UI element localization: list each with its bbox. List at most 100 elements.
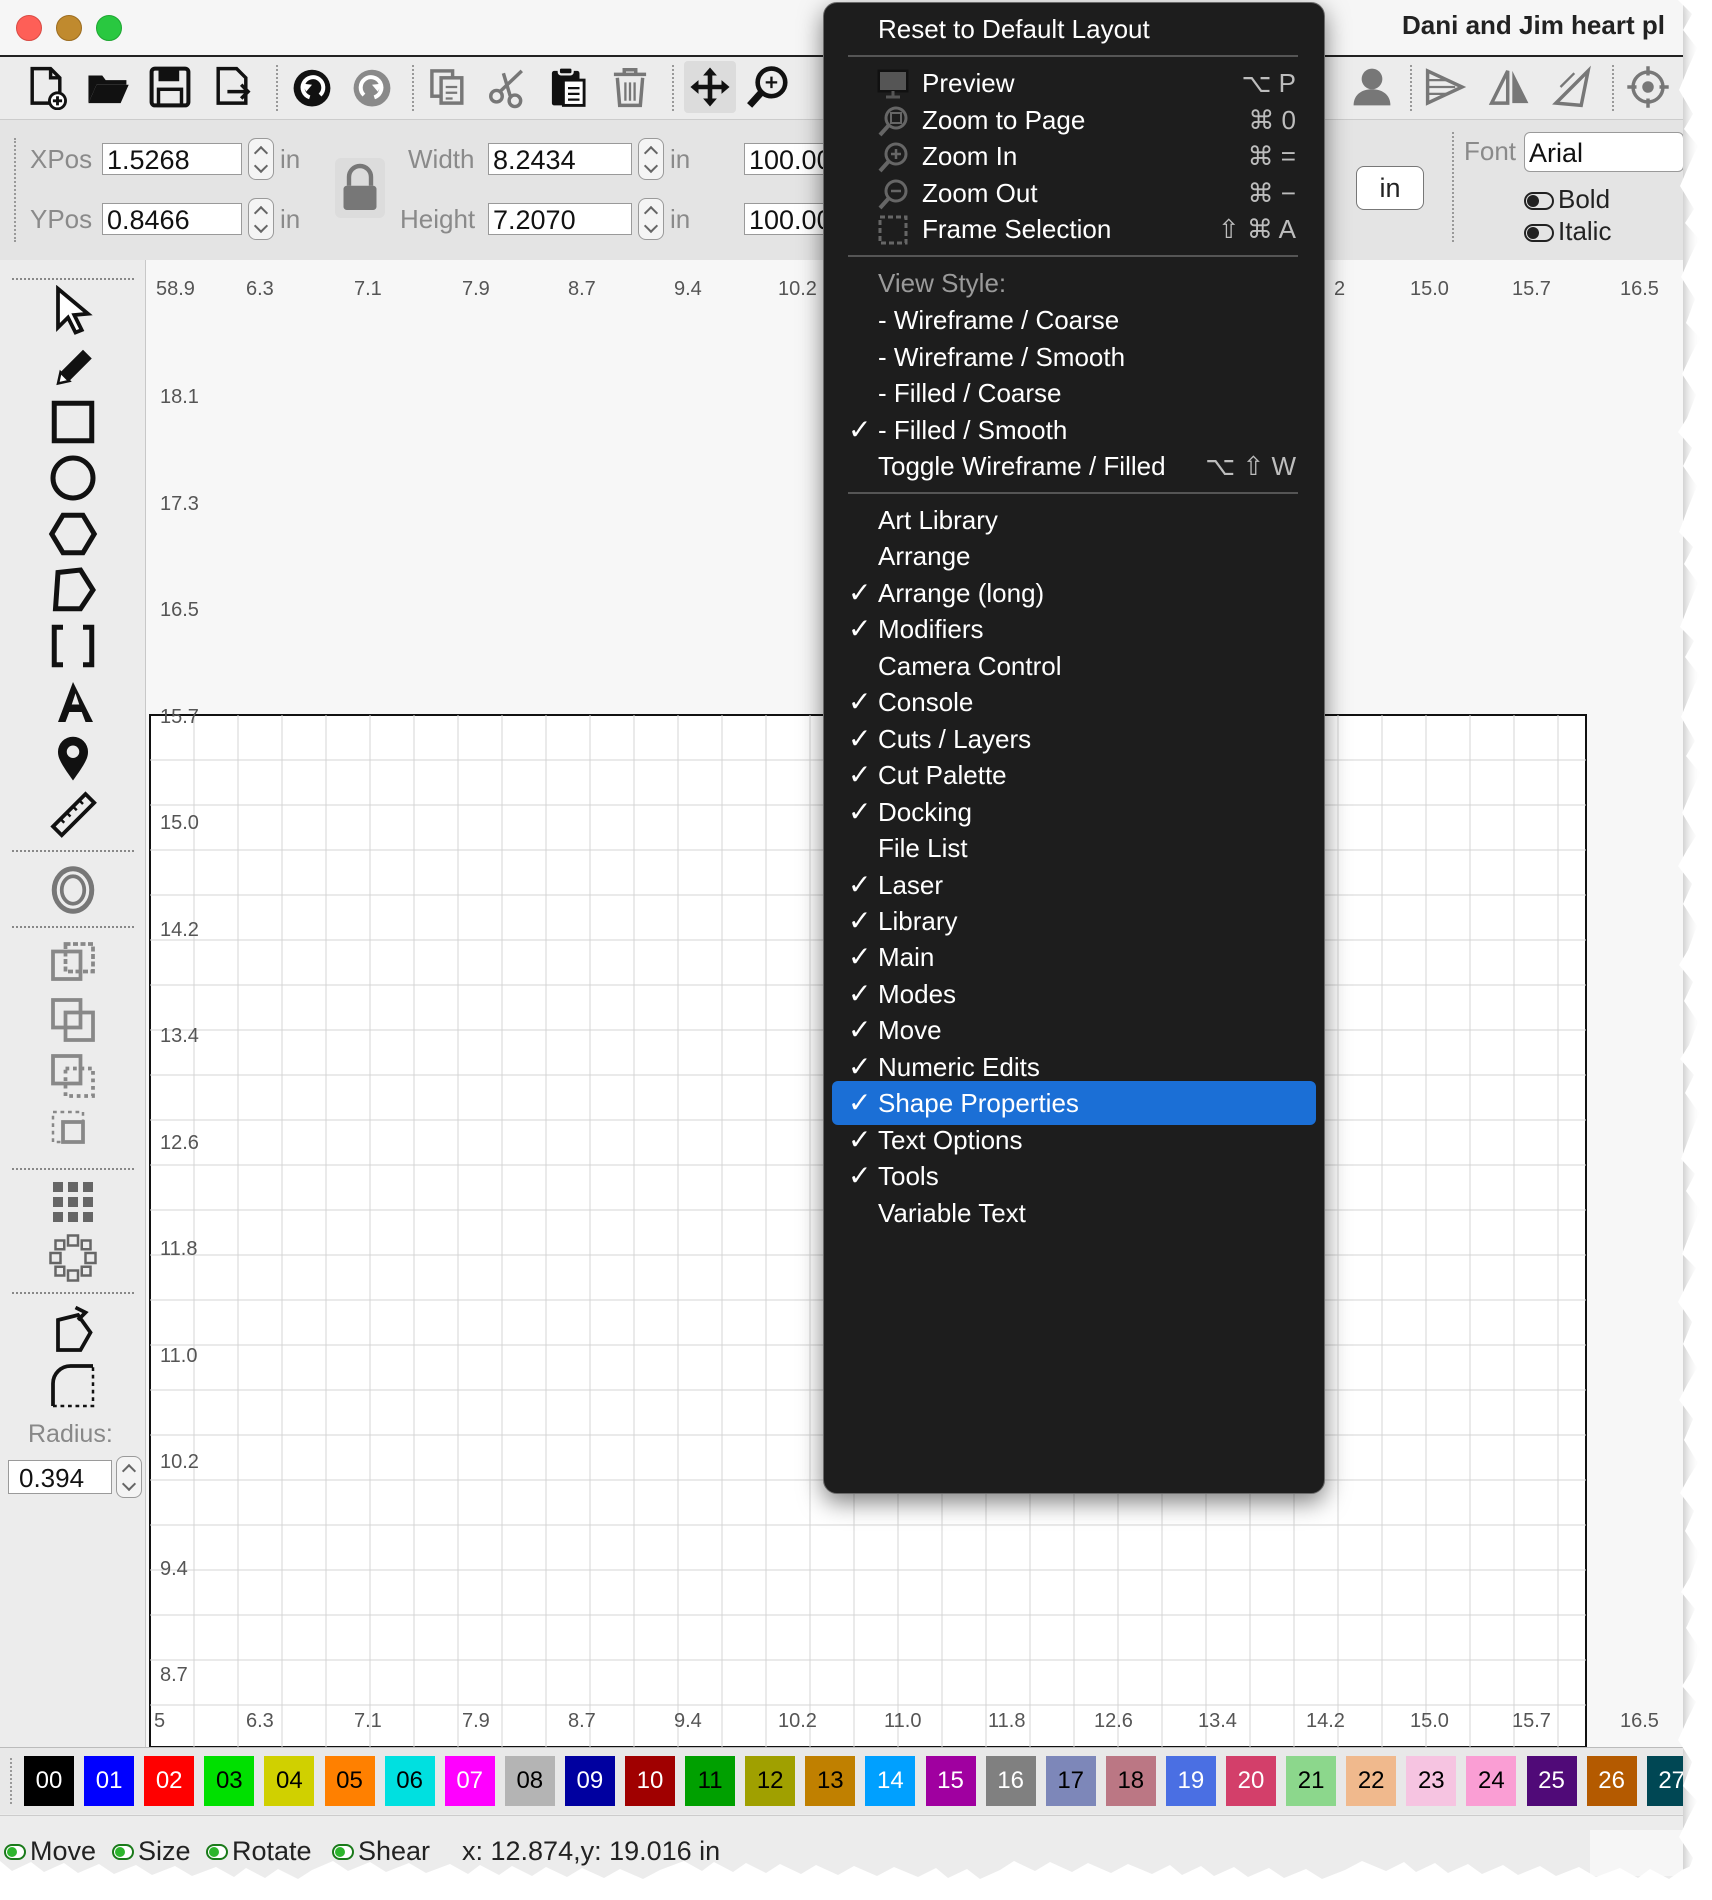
- ruler-bottom-label: 8.7: [568, 1710, 596, 1732]
- lock-aspect-button[interactable]: [335, 158, 385, 218]
- height-field[interactable]: 7.2070: [488, 203, 632, 235]
- menu-item-shortcut: ⇧ ⌘ A: [1217, 214, 1296, 244]
- palette-swatch-02[interactable]: 02: [144, 1756, 195, 1806]
- cut-icon[interactable]: [482, 61, 534, 113]
- palette-swatch-22[interactable]: 22: [1346, 1756, 1397, 1806]
- palette-swatch-01[interactable]: 01: [84, 1756, 135, 1806]
- rectangle-icon[interactable]: [40, 396, 106, 448]
- palette-swatch-04[interactable]: 04: [264, 1756, 315, 1806]
- palette-swatch-03[interactable]: 03: [204, 1756, 255, 1806]
- pencil-icon[interactable]: [40, 340, 106, 392]
- width-percent-field[interactable]: 100.00: [744, 143, 834, 175]
- palette-swatch-19[interactable]: 19: [1165, 1756, 1216, 1806]
- ruler-left-label: 13.4: [160, 1025, 199, 1047]
- save-icon[interactable]: [144, 61, 196, 113]
- palette-swatch-10[interactable]: 10: [625, 1756, 675, 1806]
- text-tool-icon[interactable]: [40, 676, 106, 728]
- menu-item-reset-layout[interactable]: Reset to Default Layout: [832, 7, 1316, 51]
- palette-swatch-09[interactable]: 09: [564, 1756, 615, 1806]
- paste-icon[interactable]: [542, 61, 594, 113]
- bold-toggle[interactable]: [1524, 192, 1554, 210]
- palette-swatch-13[interactable]: 13: [805, 1756, 856, 1806]
- copy-icon[interactable]: [422, 61, 474, 113]
- xpos-stepper[interactable]: [248, 138, 274, 180]
- palette-swatch-12[interactable]: 12: [745, 1756, 796, 1806]
- mirror-icon[interactable]: [1484, 61, 1536, 113]
- palette-swatch-25[interactable]: 25: [1526, 1756, 1577, 1806]
- xpos-field[interactable]: 1.5268: [102, 143, 242, 175]
- star-polygon-icon[interactable]: [40, 564, 106, 616]
- position-pin-icon[interactable]: [40, 732, 106, 784]
- bold-label: Bold: [1558, 184, 1611, 214]
- corner-radius-icon[interactable]: [40, 1360, 106, 1412]
- menu-item-label: Reset to Default Layout: [878, 14, 1150, 44]
- palette-swatch-15[interactable]: 15: [925, 1756, 976, 1806]
- ruler-left-label: 8.7: [160, 1664, 188, 1686]
- mirror-horizontal-icon[interactable]: [1420, 61, 1472, 113]
- palette-swatch-16[interactable]: 16: [985, 1756, 1036, 1806]
- polygon-icon[interactable]: [40, 508, 106, 560]
- select-arrow-icon[interactable]: [40, 284, 106, 336]
- bracket-rect-icon[interactable]: [40, 620, 106, 672]
- palette-swatch-08[interactable]: 08: [504, 1756, 555, 1806]
- grid-array-icon[interactable]: [40, 1176, 106, 1228]
- ypos-unit: in: [280, 204, 301, 234]
- palette-swatch-18[interactable]: 18: [1105, 1756, 1156, 1806]
- offset-icon[interactable]: [40, 864, 106, 916]
- radius-field[interactable]: 0.394: [8, 1460, 112, 1494]
- measure-ruler-icon[interactable]: [40, 788, 106, 840]
- palette-swatch-23[interactable]: 23: [1406, 1756, 1457, 1806]
- palette-swatch-26[interactable]: 26: [1586, 1756, 1637, 1806]
- radius-stepper[interactable]: [116, 1456, 142, 1498]
- ruler-bottom-label: 5: [154, 1710, 166, 1732]
- ruler-top-label: 6.3: [246, 278, 274, 300]
- intersect-icon[interactable]: [40, 1106, 106, 1158]
- height-stepper[interactable]: [638, 198, 664, 240]
- width-field[interactable]: 8.2434: [488, 143, 632, 175]
- palette-swatch-24[interactable]: 24: [1466, 1756, 1517, 1806]
- ruler-left-label: 15.0: [160, 812, 199, 834]
- italic-toggle[interactable]: [1524, 224, 1554, 242]
- zoom-window-button[interactable]: [96, 15, 122, 41]
- palette-swatch-07[interactable]: 07: [444, 1756, 495, 1806]
- palette-swatch-00[interactable]: 00: [24, 1756, 74, 1806]
- export-icon[interactable]: [206, 61, 258, 113]
- delete-icon[interactable]: [604, 61, 656, 113]
- close-window-button[interactable]: [16, 15, 42, 41]
- palette-swatch-20[interactable]: 20: [1226, 1756, 1276, 1806]
- palette-swatch-06[interactable]: 06: [384, 1756, 435, 1806]
- menu-panel-variable-text[interactable]: Variable Text: [832, 1191, 1316, 1235]
- rotate-shape-icon[interactable]: [40, 1304, 106, 1356]
- ypos-field[interactable]: 0.8466: [102, 203, 242, 235]
- union-icon[interactable]: [40, 994, 106, 1046]
- width-stepper[interactable]: [638, 138, 664, 180]
- height-percent-field[interactable]: 100.00: [744, 203, 834, 235]
- subtract-icon[interactable]: [40, 1050, 106, 1102]
- ruler-left-label: 18.1: [160, 386, 199, 408]
- ypos-stepper[interactable]: [248, 198, 274, 240]
- unit-toggle-button[interactable]: in: [1356, 166, 1424, 210]
- minimize-window-button[interactable]: [56, 15, 82, 41]
- palette-swatch-05[interactable]: 05: [324, 1756, 375, 1806]
- open-folder-icon[interactable]: [82, 61, 134, 113]
- ruler-bottom-label: 11.0: [884, 1710, 922, 1732]
- move-icon[interactable]: [684, 61, 736, 113]
- menu-item-frame-selection[interactable]: Frame Selection ⇧ ⌘ A: [832, 207, 1316, 251]
- undo-icon[interactable]: [286, 61, 338, 113]
- palette-swatch-11[interactable]: 11: [685, 1756, 736, 1806]
- user-icon[interactable]: [1346, 61, 1398, 113]
- palette-swatch-21[interactable]: 21: [1286, 1756, 1337, 1806]
- new-file-icon[interactable]: [20, 61, 72, 113]
- redo-icon[interactable]: [346, 61, 398, 113]
- mirror-vertical-icon[interactable]: [1546, 61, 1598, 113]
- ruler-bottom-label: 13.4: [1198, 1710, 1237, 1732]
- ruler-top-label: 58.9: [156, 278, 195, 300]
- palette-swatch-14[interactable]: 14: [865, 1756, 916, 1806]
- circular-array-icon[interactable]: [40, 1232, 106, 1284]
- zoom-icon[interactable]: [742, 61, 794, 113]
- ellipse-icon[interactable]: [40, 452, 106, 504]
- menu-item-toggle-wireframe[interactable]: Toggle Wireframe / Filled ⌥ ⇧ W: [832, 444, 1316, 488]
- palette-swatch-17[interactable]: 17: [1045, 1756, 1096, 1806]
- width-unit: in: [670, 144, 691, 174]
- weld-icon[interactable]: [40, 938, 106, 990]
